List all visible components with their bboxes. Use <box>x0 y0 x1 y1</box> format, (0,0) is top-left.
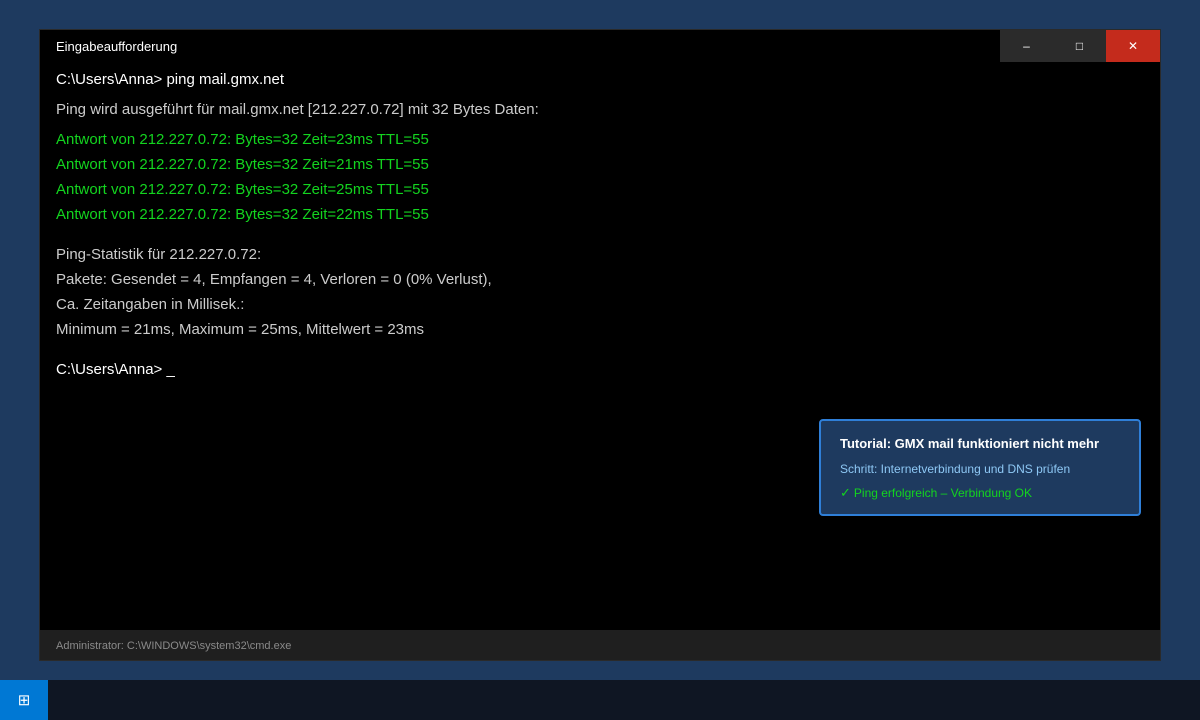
ping-reply-line: Antwort von 212.227.0.72: Bytes=32 Zeit=… <box>56 206 429 223</box>
minimize-button[interactable]: – <box>1000 30 1053 62</box>
close-icon: ✕ <box>1127 39 1139 53</box>
current-prompt[interactable]: C:\Users\Anna> _ <box>56 360 175 380</box>
ping-reply-line: Antwort von 212.227.0.72: Bytes=32 Zeit=… <box>56 131 429 148</box>
title-bar[interactable]: Eingabeaufforderung – □ ✕ <box>40 30 1160 62</box>
minimize-icon: – <box>1023 39 1030 53</box>
stats-times: Minimum = 21ms, Maximum = 25ms, Mittelwe… <box>56 321 425 338</box>
checkmark-icon: ✓ <box>840 485 851 500</box>
stats-time-header: Ca. Zeitangaben in Millisek.: <box>56 296 245 313</box>
status-bar-text: Administrator: C:\WINDOWS\system32\cmd.e… <box>56 640 292 652</box>
windows-start-icon: ⊞ <box>17 692 31 709</box>
status-bar: Administrator: C:\WINDOWS\system32\cmd.e… <box>40 630 1160 660</box>
command-line: C:\Users\Anna> ping mail.gmx.net <box>56 71 285 88</box>
taskbar: ⊞ <box>0 680 1200 720</box>
tutorial-panel: Tutorial: GMX mail funktioniert nicht me… <box>819 419 1141 516</box>
window-title: Eingabeaufforderung <box>56 39 178 54</box>
tutorial-status-text: Ping erfolgreich – Verbindung OK <box>853 486 1033 500</box>
tutorial-step: Schritt: Internetverbindung und DNS prüf… <box>840 462 1071 476</box>
cmd-window: Eingabeaufforderung – □ ✕ C:\Users\Anna>… <box>40 30 1160 660</box>
stats-packets: Pakete: Gesendet = 4, Empfangen = 4, Ver… <box>56 271 492 288</box>
start-button[interactable]: ⊞ <box>0 680 48 720</box>
maximize-button[interactable]: □ <box>1053 30 1106 62</box>
desktop: Eingabeaufforderung – □ ✕ C:\Users\Anna>… <box>0 0 1200 720</box>
stats-title: Ping-Statistik für 212.227.0.72: <box>56 246 262 263</box>
console-output[interactable]: C:\Users\Anna> ping mail.gmx.net Ping wi… <box>56 70 1146 630</box>
ping-header: Ping wird ausgeführt für mail.gmx.net [2… <box>56 101 539 118</box>
maximize-icon: □ <box>1075 39 1084 53</box>
close-button[interactable]: ✕ <box>1106 30 1160 62</box>
ping-reply-line: Antwort von 212.227.0.72: Bytes=32 Zeit=… <box>56 156 429 173</box>
tutorial-title: Tutorial: GMX mail funktioniert nicht me… <box>840 436 1100 451</box>
tutorial-status: ✓ Ping erfolgreich – Verbindung OK <box>840 485 1032 501</box>
ping-reply-line: Antwort von 212.227.0.72: Bytes=32 Zeit=… <box>56 181 429 198</box>
